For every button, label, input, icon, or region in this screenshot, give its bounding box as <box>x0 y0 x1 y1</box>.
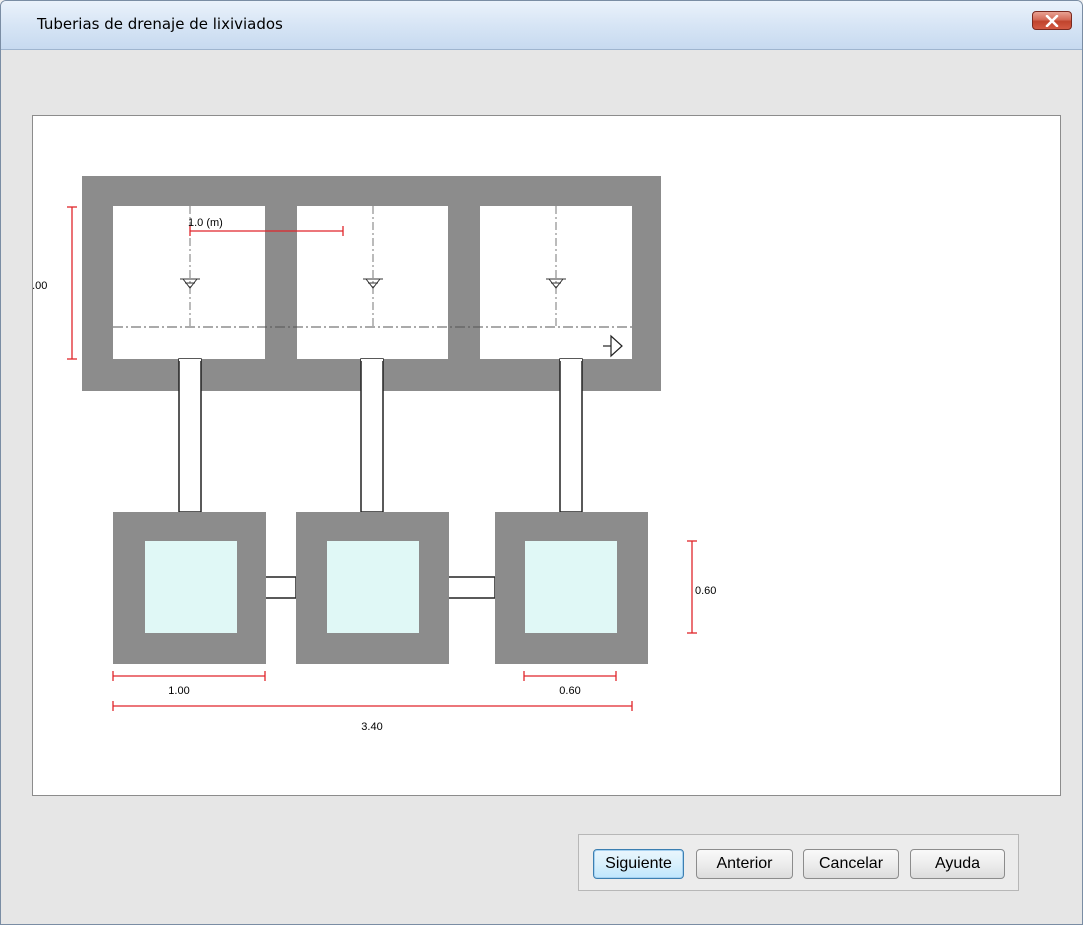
manhole-inner-2 <box>327 541 419 633</box>
connector-1 <box>263 576 297 599</box>
pipe-2 <box>360 358 384 513</box>
manhole-inner-1 <box>145 541 237 633</box>
cancel-button[interactable]: Cancelar <box>803 849 899 879</box>
drainage-diagram: 1.00 1.0 (m) 0.60 1.00 0.60 3.40 <box>26 176 716 733</box>
dim-inner-width <box>523 671 617 681</box>
label-spacing: 1.0 (m) <box>188 217 223 229</box>
dim-box-width <box>112 671 266 681</box>
previous-button[interactable]: Anterior <box>696 849 793 879</box>
label-height-top: 1.00 <box>33 280 47 292</box>
label-total-width: 3.40 <box>361 721 382 733</box>
connector-2 <box>446 576 496 599</box>
wizard-button-group: Siguiente Anterior Cancelar Ayuda <box>578 834 1019 891</box>
manhole-inner-3 <box>525 541 617 633</box>
dim-total-width <box>112 701 633 711</box>
title-bar[interactable]: Tuberias de drenaje de lixiviados <box>1 1 1082 50</box>
diagram-panel: 1.00 1.0 (m) 0.60 1.00 0.60 3.40 <box>26 115 1061 796</box>
label-inner-width: 0.60 <box>559 685 580 697</box>
label-box-width: 1.00 <box>168 685 189 697</box>
help-button[interactable]: Ayuda <box>910 849 1005 879</box>
pipe-1 <box>178 358 202 513</box>
close-button[interactable] <box>1032 11 1072 30</box>
close-x-icon <box>1045 14 1059 27</box>
window-title: Tuberias de drenaje de lixiviados <box>37 15 283 33</box>
dim-height-top <box>67 206 77 360</box>
next-button[interactable]: Siguiente <box>593 849 684 879</box>
label-box-height: 0.60 <box>695 585 716 597</box>
dialog-window: Tuberias de drenaje de lixiviados 00 1.0… <box>0 0 1083 925</box>
pipe-3 <box>559 358 583 513</box>
